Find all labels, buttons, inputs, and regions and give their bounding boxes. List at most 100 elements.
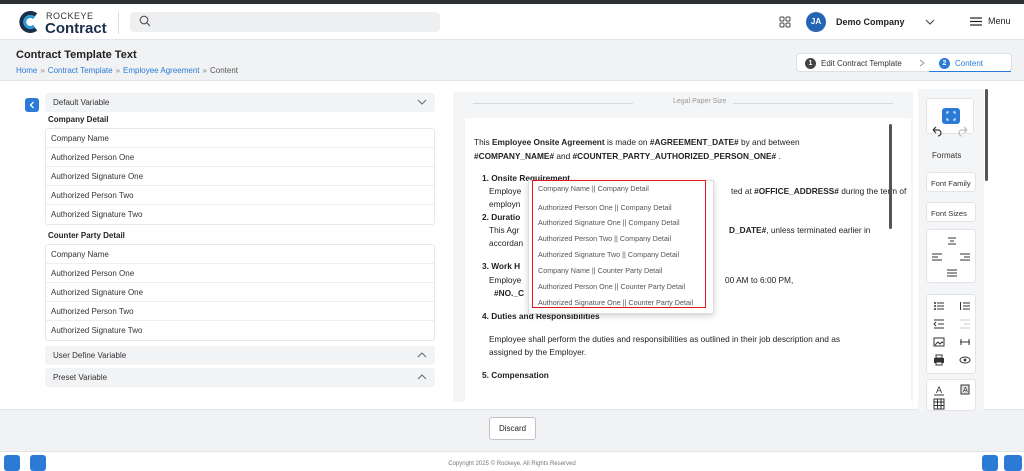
dropdown-option[interactable]: Authorized Person One || Company Detail — [538, 203, 672, 212]
image-icon[interactable] — [933, 336, 945, 348]
align-left-icon[interactable] — [931, 251, 943, 263]
text: . — [776, 151, 781, 161]
redo-icon[interactable] — [958, 125, 970, 137]
collapse-panel-button[interactable] — [25, 98, 39, 112]
divider — [473, 103, 633, 104]
editor-scrollbar[interactable] — [889, 124, 892, 229]
step-edit-template[interactable]: Edit Contract Template — [821, 59, 902, 68]
dropdown-option[interactable]: Authorized Person One || Counter Party D… — [538, 282, 685, 291]
numbered-list-icon[interactable] — [959, 300, 971, 312]
indent-icon[interactable] — [959, 318, 971, 330]
breadcrumb-contract-template[interactable]: Contract Template — [48, 66, 113, 75]
paper-size-text: Legal Paper Size — [673, 98, 727, 105]
search-input[interactable] — [130, 12, 440, 32]
variable-token: #NO._C — [494, 288, 524, 298]
apps-grid-icon[interactable] — [779, 16, 791, 28]
preview-eye-icon[interactable] — [959, 354, 971, 366]
dropdown-option[interactable]: Authorized Signature Two || Company Deta… — [538, 250, 679, 259]
step-indicator: 1 Edit Contract Template 2 Content — [796, 53, 1012, 72]
logo[interactable]: ROCKEYE Contract — [18, 10, 138, 37]
table-icon[interactable] — [933, 398, 945, 410]
align-justify-icon[interactable] — [946, 267, 958, 279]
chevron-left-icon — [29, 101, 34, 109]
key-fab-icon[interactable] — [30, 455, 46, 471]
dropdown-option[interactable]: Authorized Signature One || Counter Part… — [538, 298, 693, 307]
chevron-down-icon[interactable] — [924, 16, 936, 28]
print-icon[interactable] — [933, 354, 945, 366]
breadcrumb-separator: » — [115, 66, 121, 75]
discard-button[interactable]: Discard — [489, 417, 536, 440]
alignment-group — [926, 229, 976, 283]
font-size-dropdown[interactable]: Font Sizes — [926, 202, 976, 222]
toolbar-scrollbar[interactable] — [985, 89, 988, 181]
agreement-name: Employee Onsite Agreement — [491, 137, 605, 147]
chevron-up-icon — [417, 352, 427, 358]
breadcrumb-employee-agreement[interactable]: Employee Agreement — [123, 66, 200, 75]
avatar[interactable]: JA — [806, 12, 826, 32]
align-right-icon[interactable] — [959, 251, 971, 263]
dropdown-option[interactable]: Authorized Signature One || Company Deta… — [538, 218, 680, 227]
section-2-text: D_DATE#, unless terminated earlier in — [729, 224, 870, 237]
company-variable-list: Company Name Authorized Person One Autho… — [45, 128, 435, 225]
settings-fab-icon[interactable] — [4, 455, 20, 471]
svg-text:A: A — [936, 385, 942, 395]
expand-icon — [946, 111, 956, 121]
header-divider — [118, 12, 119, 34]
default-variable-accordion[interactable]: Default Variable — [45, 93, 435, 112]
home-fab-icon[interactable] — [982, 455, 998, 471]
user-define-variable-accordion[interactable]: User Define Variable — [45, 346, 435, 365]
bullet-list-icon[interactable] — [933, 300, 945, 312]
intro-line-1: This Employee Onsite Agreement is made o… — [474, 136, 800, 149]
text-color-icon[interactable]: A — [933, 384, 945, 396]
logo-mark-icon — [19, 11, 38, 33]
section-3-text: Employe — [489, 275, 522, 285]
font-size-label: Font Sizes — [931, 209, 967, 218]
formats-dropdown[interactable]: Formats — [932, 151, 961, 160]
outdent-icon[interactable] — [933, 318, 945, 330]
align-center-icon[interactable] — [946, 235, 958, 247]
search-icon — [139, 15, 151, 27]
step-1-number: 1 — [805, 58, 816, 69]
logo-big-text: Contract — [45, 20, 107, 37]
paper-size-label: Legal Paper Size — [473, 98, 893, 108]
step-active-underline — [929, 71, 1011, 72]
text: during the term of — [838, 186, 907, 196]
dropdown-option[interactable]: Company Name || Counter Party Detail — [538, 266, 662, 275]
breadcrumb-home[interactable]: Home — [16, 66, 37, 75]
section-4-text: assigned by the Employer. — [489, 347, 587, 357]
dropdown-option[interactable]: Company Name || Company Detail — [538, 184, 649, 193]
chevron-right-icon — [919, 59, 925, 67]
breadcrumb-content: Content — [209, 66, 239, 75]
list-item[interactable]: Authorized Signature One — [46, 283, 434, 302]
step-content[interactable]: Content — [955, 59, 983, 68]
company-detail-heading: Company Detail — [48, 115, 109, 124]
list-item[interactable]: Company Name — [46, 129, 434, 148]
variable-token: #AGREEMENT_DATE# — [649, 137, 739, 147]
chevron-down-icon — [417, 99, 427, 105]
expand-fab-icon[interactable] — [1004, 455, 1022, 471]
list-item[interactable]: Authorized Signature One — [46, 167, 434, 186]
app-header: ROCKEYE Contract JA Demo Company Menu — [0, 4, 1024, 40]
section-1-text: employn — [489, 199, 521, 209]
svg-text:A: A — [963, 387, 968, 394]
hamburger-icon — [970, 17, 982, 26]
fullscreen-icon — [942, 108, 960, 124]
list-item[interactable]: Company Name — [46, 245, 434, 264]
list-item[interactable]: Authorized Person Two — [46, 186, 434, 205]
background-color-icon[interactable]: A — [959, 384, 971, 396]
font-family-dropdown[interactable]: Font Family — [926, 172, 976, 192]
text: and — [554, 151, 573, 161]
company-name[interactable]: Demo Company — [836, 17, 905, 27]
menu-button[interactable]: Menu — [970, 15, 1020, 29]
preset-variable-accordion[interactable]: Preset Variable — [45, 368, 435, 387]
list-item[interactable]: Authorized Signature Two — [46, 205, 434, 224]
list-item[interactable]: Authorized Person One — [46, 148, 434, 167]
list-item[interactable]: Authorized Person Two — [46, 302, 434, 321]
undo-icon[interactable] — [930, 125, 942, 137]
horizontal-line-icon[interactable] — [959, 336, 971, 348]
list-item[interactable]: Authorized Person One — [46, 264, 434, 283]
dropdown-option[interactable]: Authorized Person Two || Company Detail — [538, 234, 671, 243]
list-item[interactable]: Authorized Signature Two — [46, 321, 434, 340]
counter-party-variable-list: Company Name Authorized Person One Autho… — [45, 244, 435, 341]
text: is made on — [604, 137, 650, 147]
